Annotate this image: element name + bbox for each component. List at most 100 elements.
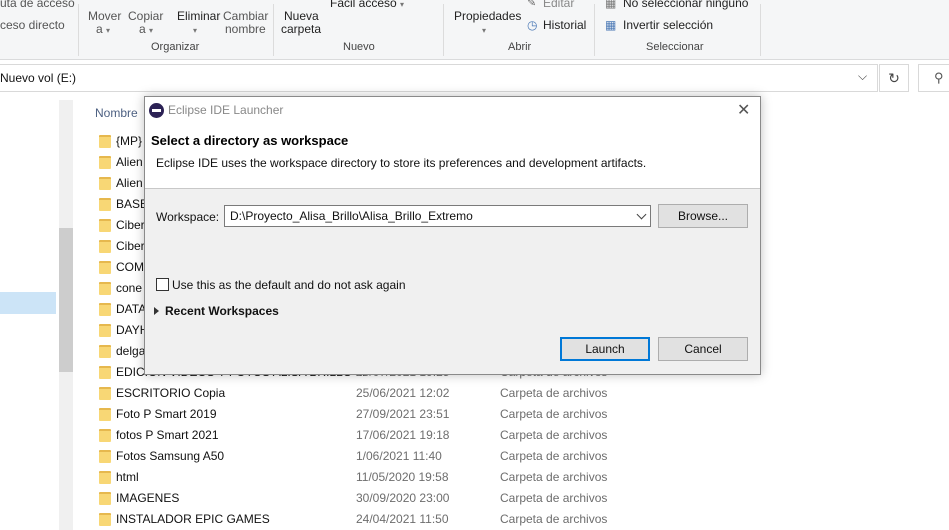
file-type: Carpeta de archivos	[500, 428, 608, 442]
workspace-value: D:\Proyecto_Alisa_Brillo\Alisa_Brillo_Ex…	[230, 209, 473, 223]
workspace-combo[interactable]: D:\Proyecto_Alisa_Brillo\Alisa_Brillo_Ex…	[224, 205, 651, 227]
list-item[interactable]: INSTALADOR EPIC GAMES 24/04/2021 11:50 Car…	[96, 509, 696, 530]
ribbon-separator	[273, 4, 274, 56]
file-date: 27/09/2021 23:51	[356, 407, 450, 421]
folder-icon	[99, 135, 111, 148]
file-date: 1/06/2021 11:40	[356, 449, 442, 463]
address-path: Nuevo vol (E:)	[0, 71, 77, 85]
folder-icon	[99, 198, 111, 211]
chevron-down-icon[interactable]: ⌵	[858, 69, 867, 84]
file-name: DATA	[116, 302, 147, 316]
eclipse-icon	[149, 103, 164, 118]
folder-icon	[99, 303, 111, 316]
folder-icon	[99, 450, 111, 463]
file-name: INSTALADOR EPIC GAMES	[116, 512, 270, 526]
list-item[interactable]: Fotos Samsung A50 1/06/2021 11:40 Carpeta …	[96, 446, 696, 467]
rename-button-line2: nombre	[225, 22, 266, 36]
folder-icon	[99, 177, 111, 190]
quick-access-text[interactable]: uta de acceso	[0, 0, 75, 10]
search-input[interactable]: ⚲	[918, 64, 949, 92]
rename-button[interactable]: Cambiar	[223, 9, 268, 23]
file-name: Foto P Smart 2019	[116, 407, 217, 421]
folder-icon	[99, 408, 111, 421]
edit-button[interactable]: Editar	[543, 0, 574, 10]
file-type: Carpeta de archivos	[500, 449, 608, 463]
file-date: 11/05/2020 19:58	[356, 470, 449, 484]
expand-arrow-icon[interactable]	[154, 307, 159, 315]
direct-access-text[interactable]: ceso directo	[0, 18, 65, 32]
nav-selected-item[interactable]	[0, 292, 56, 314]
folder-icon	[99, 429, 111, 442]
file-name: COM	[116, 260, 144, 274]
file-type: Carpeta de archivos	[500, 512, 608, 526]
file-name: Alien	[116, 176, 143, 190]
list-item[interactable]: IMAGENES 30/09/2020 23:00 Carpeta de archi…	[96, 488, 696, 509]
browse-button[interactable]: Browse...	[658, 204, 748, 228]
launch-button[interactable]: Launch	[560, 337, 650, 361]
list-item[interactable]: fotos P Smart 2021 17/06/2021 19:18 Carpet…	[96, 425, 696, 446]
history-icon: ◷	[527, 18, 538, 32]
file-type: Carpeta de archivos	[500, 470, 608, 484]
close-icon[interactable]: ✕	[737, 100, 750, 120]
file-date: 30/09/2020 23:00	[356, 491, 450, 505]
easy-access-button[interactable]: Fácil acceso ▾	[330, 0, 404, 10]
select-none-button[interactable]: No seleccionar ninguno	[623, 0, 748, 10]
file-name: ESCRITORIO Copia	[116, 386, 226, 400]
folder-icon	[99, 219, 111, 232]
ribbon-separator	[443, 4, 444, 56]
ribbon-separator	[760, 4, 761, 56]
column-header-name[interactable]: Nombre	[95, 106, 138, 120]
folder-icon	[99, 366, 111, 379]
file-date: 24/04/2021 11:50	[356, 512, 449, 526]
dialog-header: Select a directory as workspace Eclipse …	[145, 125, 760, 189]
group-select-label: Seleccionar	[646, 41, 704, 53]
file-name: {MP}	[116, 134, 143, 148]
copy-button-sub: a ▾	[139, 22, 154, 36]
file-name: Ciber	[116, 218, 145, 232]
folder-icon	[99, 156, 111, 169]
dialog-titlebar[interactable]: Eclipse IDE Launcher ✕	[145, 97, 760, 125]
properties-button[interactable]: Propiedades	[454, 9, 521, 23]
folder-icon	[99, 492, 111, 505]
default-checkbox[interactable]	[156, 278, 169, 291]
refresh-button[interactable]: ↻	[879, 64, 909, 92]
recent-workspaces-toggle[interactable]: Recent Workspaces	[165, 304, 279, 318]
folder-icon	[99, 240, 111, 253]
properties-dropdown-icon[interactable]: ▾	[482, 22, 486, 36]
file-type: Carpeta de archivos	[500, 386, 608, 400]
group-organize-label: Organizar	[151, 41, 200, 53]
cancel-button[interactable]: Cancel	[658, 337, 748, 361]
folder-icon	[99, 387, 111, 400]
chevron-down-icon[interactable]	[636, 209, 647, 220]
file-name: Alien	[116, 155, 143, 169]
history-button[interactable]: Historial	[543, 18, 586, 32]
default-checkbox-label[interactable]: Use this as the default and do not ask a…	[172, 278, 406, 292]
move-button[interactable]: Mover	[88, 9, 121, 23]
nav-scrollbar-thumb[interactable]	[59, 228, 73, 372]
invert-selection-button[interactable]: Invertir selección	[623, 18, 713, 32]
delete-button[interactable]: Eliminar	[177, 9, 220, 23]
folder-icon	[99, 345, 111, 358]
folder-icon	[99, 513, 111, 526]
folder-icon	[99, 471, 111, 484]
file-type: Carpeta de archivos	[500, 491, 608, 505]
list-item[interactable]: Foto P Smart 2019 27/09/2021 23:51 Carpeta…	[96, 404, 696, 425]
dialog-title: Eclipse IDE Launcher	[168, 103, 284, 117]
folder-icon	[99, 282, 111, 295]
file-type: Carpeta de archivos	[500, 407, 608, 421]
dialog-heading: Select a directory as workspace	[151, 133, 349, 148]
file-name: cone	[116, 281, 143, 295]
file-name: Fotos Samsung A50	[116, 449, 225, 463]
ribbon-separator	[78, 4, 79, 56]
invert-selection-icon: ▦	[605, 18, 617, 32]
ribbon: uta de acceso ceso directo Mover a ▾ Cop…	[0, 0, 949, 60]
delete-dropdown-icon[interactable]: ▾	[193, 22, 197, 36]
list-item[interactable]: ESCRITORIO Copia 25/06/2021 12:02 Carpeta …	[96, 383, 696, 404]
copy-button[interactable]: Copiar	[128, 9, 163, 23]
select-none-icon: ▦	[605, 0, 617, 10]
new-folder-button[interactable]: Nueva	[284, 9, 319, 23]
address-bar[interactable]: Nuevo vol (E:) ⌵	[0, 64, 878, 92]
file-name: fotos P Smart 2021	[116, 428, 219, 442]
list-item[interactable]: html 11/05/2020 19:58 Carpeta de archivos	[96, 467, 696, 488]
workspace-label: Workspace:	[156, 210, 220, 224]
